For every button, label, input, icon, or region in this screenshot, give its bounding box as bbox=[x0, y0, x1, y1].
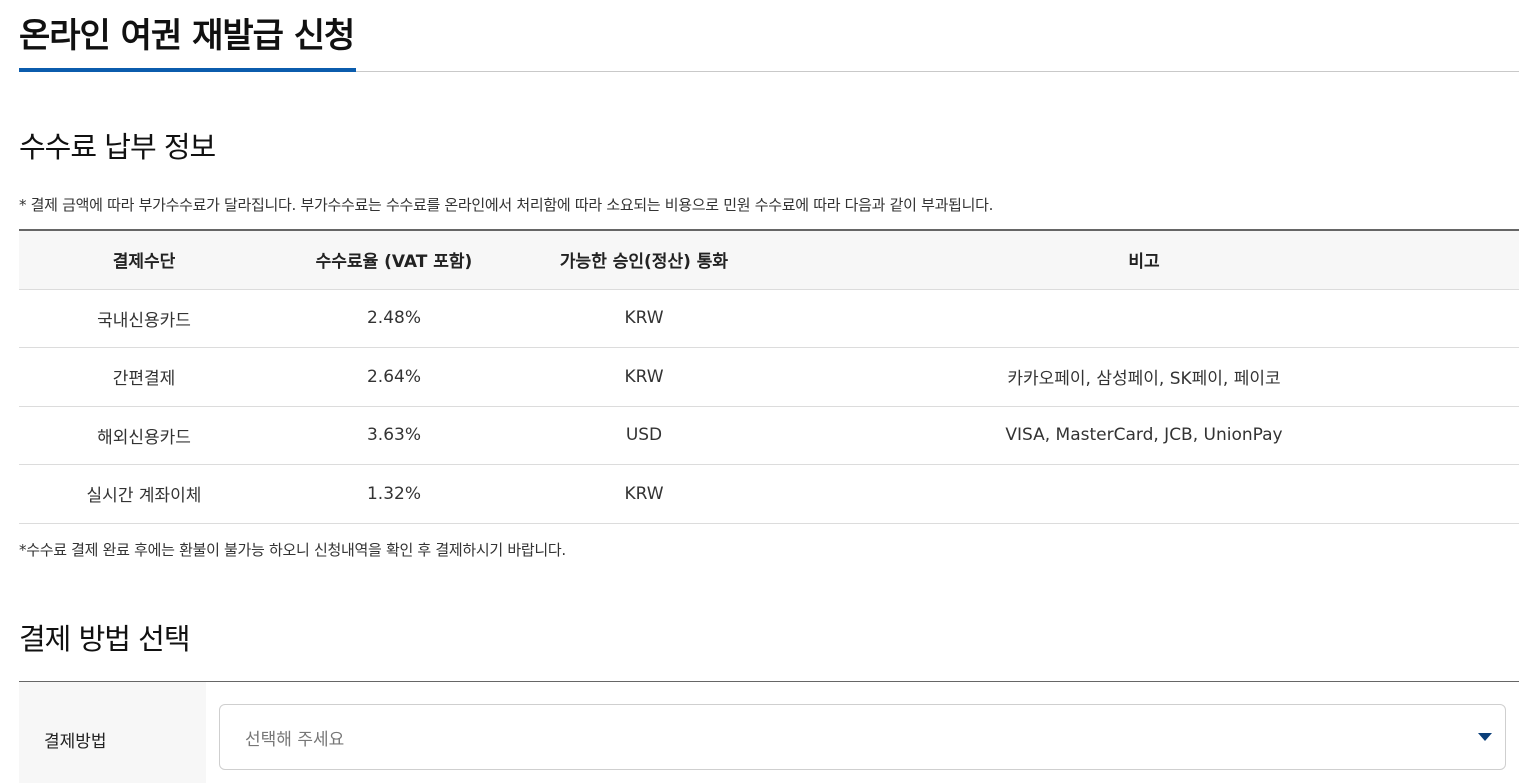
column-header-currency: 가능한 승인(정산) 통화 bbox=[519, 230, 769, 290]
cell-method: 해외신용카드 bbox=[19, 406, 269, 465]
table-row: 해외신용카드 3.63% USD VISA, MasterCard, JCB, … bbox=[19, 406, 1519, 465]
table-row: 실시간 계좌이체 1.32% KRW bbox=[19, 464, 1519, 524]
cell-currency: KRW bbox=[519, 289, 769, 348]
cell-remarks: VISA, MasterCard, JCB, UnionPay bbox=[769, 406, 1519, 465]
cell-currency: USD bbox=[519, 406, 769, 465]
caret-down-icon bbox=[1478, 733, 1492, 741]
cell-remarks: 카카오페이, 삼성페이, SK페이, 페이코 bbox=[769, 347, 1519, 407]
cell-remarks bbox=[769, 289, 1519, 348]
cell-rate: 2.64% bbox=[269, 347, 519, 407]
select-placeholder: 선택해 주세요 bbox=[245, 729, 345, 750]
payment-method-heading: 결제 방법 선택 bbox=[19, 622, 191, 656]
cell-remarks bbox=[769, 464, 1519, 524]
cell-rate: 1.32% bbox=[269, 464, 519, 524]
table-row: 국내신용카드 2.48% KRW bbox=[19, 289, 1519, 348]
cell-method: 국내신용카드 bbox=[19, 289, 269, 348]
refund-notice: *수수료 결제 완료 후에는 환불이 불가능 하오니 신청내역을 확인 후 결제… bbox=[19, 541, 566, 559]
cell-rate: 3.63% bbox=[269, 406, 519, 465]
fee-section-heading: 수수료 납부 정보 bbox=[19, 130, 216, 164]
payment-method-label: 결제방법 bbox=[19, 682, 206, 783]
cell-currency: KRW bbox=[519, 347, 769, 407]
column-header-method: 결제수단 bbox=[19, 230, 269, 290]
cell-method: 실시간 계좌이체 bbox=[19, 464, 269, 524]
table-row: 간편결제 2.64% KRW 카카오페이, 삼성페이, SK페이, 페이코 bbox=[19, 347, 1519, 407]
fee-table: 결제수단 수수료율 (VAT 포함) 가능한 승인(정산) 통화 비고 국내신용… bbox=[19, 229, 1519, 524]
page-title: 온라인 여권 재발급 신청 bbox=[19, 16, 355, 56]
column-header-remarks: 비고 bbox=[769, 230, 1519, 290]
payment-method-select[interactable]: 선택해 주세요 bbox=[219, 704, 1506, 770]
fee-notice-top: * 결제 금액에 따라 부가수수료가 달라집니다. 부가수수료는 수수료를 온라… bbox=[19, 196, 994, 214]
cell-method: 간편결제 bbox=[19, 347, 269, 407]
column-header-rate: 수수료율 (VAT 포함) bbox=[269, 230, 519, 290]
title-bar: 온라인 여권 재발급 신청 bbox=[19, 0, 1519, 72]
title-accent-underline bbox=[19, 68, 356, 72]
cell-rate: 2.48% bbox=[269, 289, 519, 348]
fee-table-header-row: 결제수단 수수료율 (VAT 포함) 가능한 승인(정산) 통화 비고 bbox=[19, 230, 1519, 290]
cell-currency: KRW bbox=[519, 464, 769, 524]
page: 온라인 여권 재발급 신청 수수료 납부 정보 * 결제 금액에 따라 부가수수… bbox=[0, 0, 1534, 783]
payment-method-form: 결제방법 선택해 주세요 bbox=[19, 681, 1519, 783]
payment-method-field: 선택해 주세요 bbox=[206, 682, 1519, 783]
